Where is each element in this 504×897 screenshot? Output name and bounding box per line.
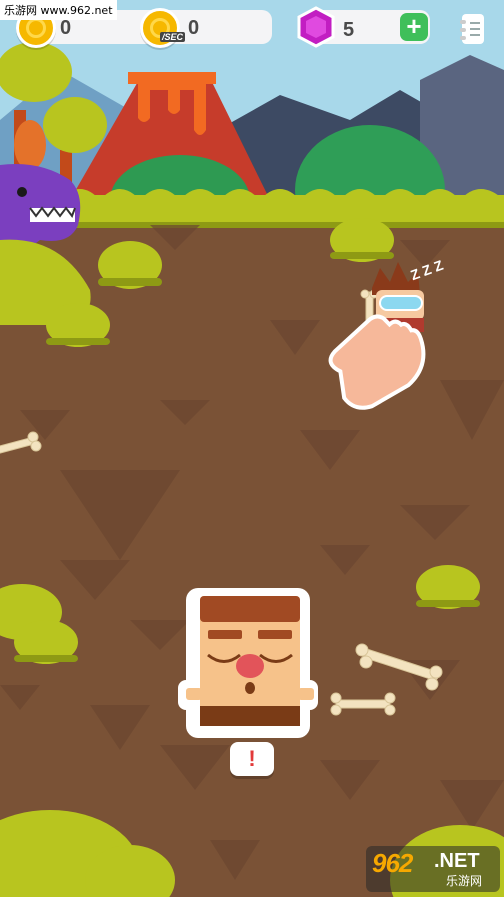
site-logo: 962 .NET 乐游网 — [366, 846, 500, 892]
logo-cn: 乐游网 — [446, 874, 483, 888]
logo-number: 962 — [372, 848, 413, 878]
notebook-icon[interactable] — [458, 12, 488, 46]
coins-per-sec-value: 0 — [188, 17, 200, 39]
alert-bubble[interactable]: ! — [230, 742, 274, 776]
coins-value: 0 — [60, 17, 72, 39]
gem-icon — [297, 6, 335, 48]
tree-2 — [43, 97, 107, 153]
coin-per-sec-icon — [140, 8, 180, 48]
add-gems-button[interactable]: + — [400, 13, 428, 41]
gems-value: 5 — [343, 19, 355, 41]
per-sec-tag: /SEC — [160, 32, 186, 42]
watermark: 乐游网 www.962.net — [0, 0, 117, 20]
main-worker[interactable] — [178, 588, 318, 738]
logo-net: .NET — [434, 850, 480, 872]
